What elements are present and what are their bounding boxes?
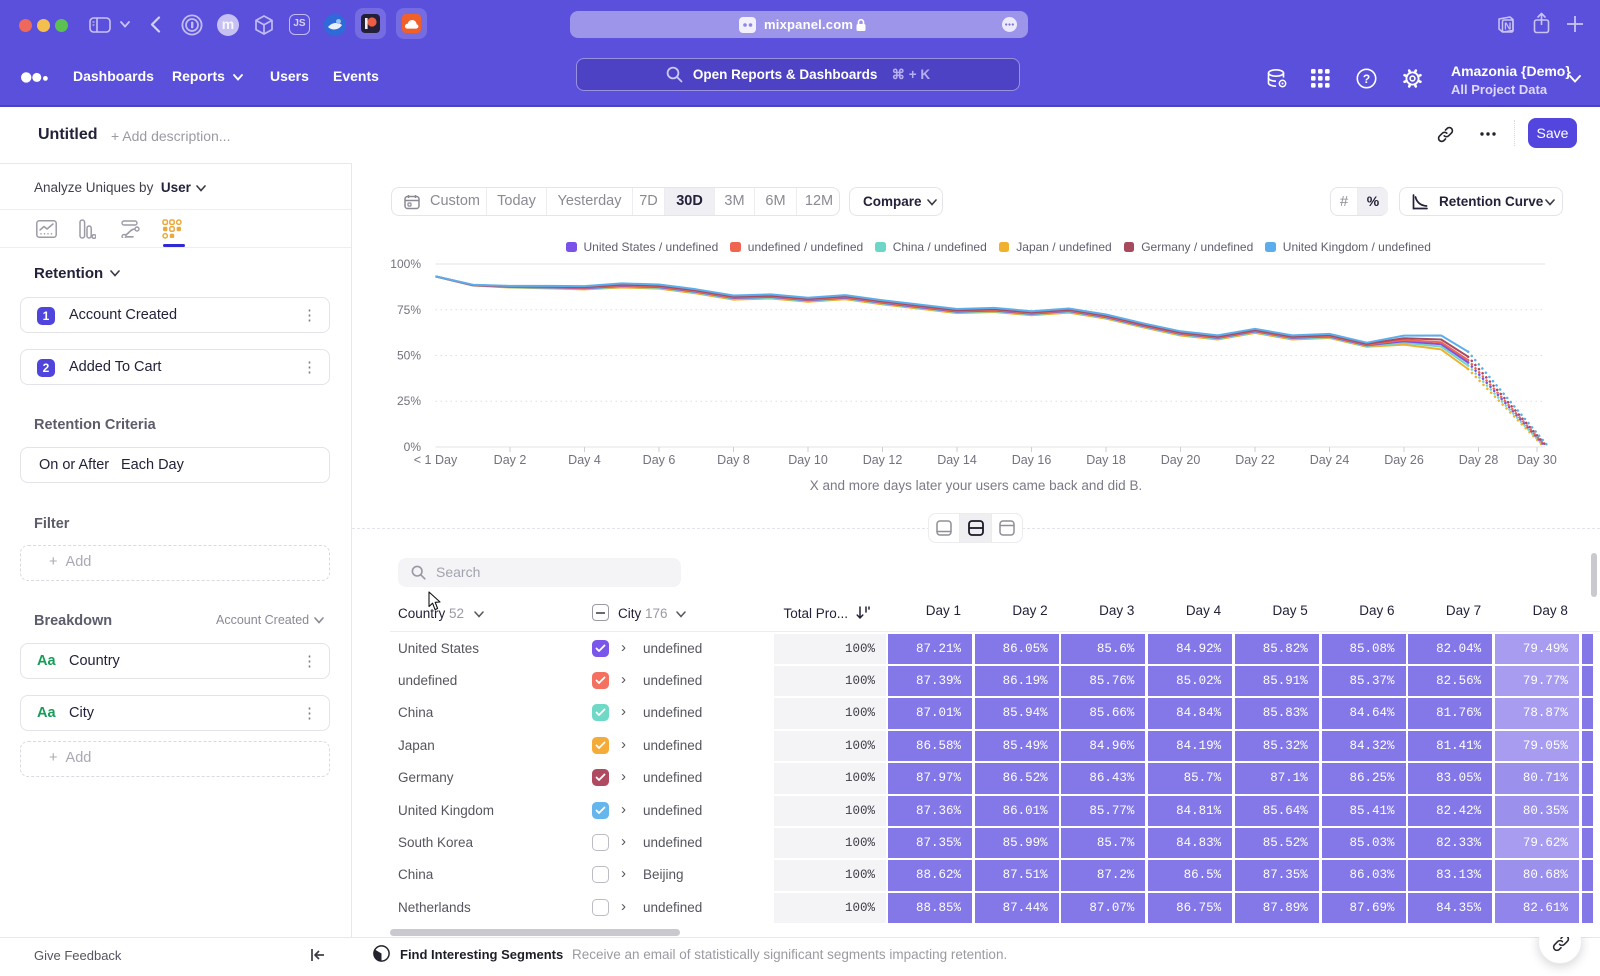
- svg-text:Day 6: Day 6: [643, 453, 676, 467]
- svg-text:25%: 25%: [397, 394, 421, 408]
- svg-text:Day 16: Day 16: [1012, 453, 1052, 467]
- svg-text:Day 22: Day 22: [1235, 453, 1275, 467]
- svg-text:75%: 75%: [397, 303, 421, 317]
- svg-text:Day 28: Day 28: [1459, 453, 1499, 467]
- svg-text:Day 8: Day 8: [717, 453, 750, 467]
- svg-text:Day 20: Day 20: [1161, 453, 1201, 467]
- svg-text:Day 24: Day 24: [1310, 453, 1350, 467]
- svg-text:Day 12: Day 12: [863, 453, 903, 467]
- svg-text:100%: 100%: [390, 257, 421, 271]
- svg-text:Day 30: Day 30: [1517, 453, 1557, 467]
- svg-text:0%: 0%: [404, 440, 422, 454]
- svg-text:Day 4: Day 4: [568, 453, 601, 467]
- svg-text:50%: 50%: [397, 349, 421, 363]
- svg-text:Day 14: Day 14: [937, 453, 977, 467]
- svg-text:Day 10: Day 10: [788, 453, 828, 467]
- svg-text:N: N: [1504, 22, 1511, 33]
- svg-text:Day 2: Day 2: [494, 453, 527, 467]
- svg-text:Day 18: Day 18: [1086, 453, 1126, 467]
- svg-text:Day 26: Day 26: [1384, 453, 1424, 467]
- svg-text:?: ?: [1363, 72, 1370, 86]
- svg-text:< 1 Day: < 1 Day: [414, 453, 458, 467]
